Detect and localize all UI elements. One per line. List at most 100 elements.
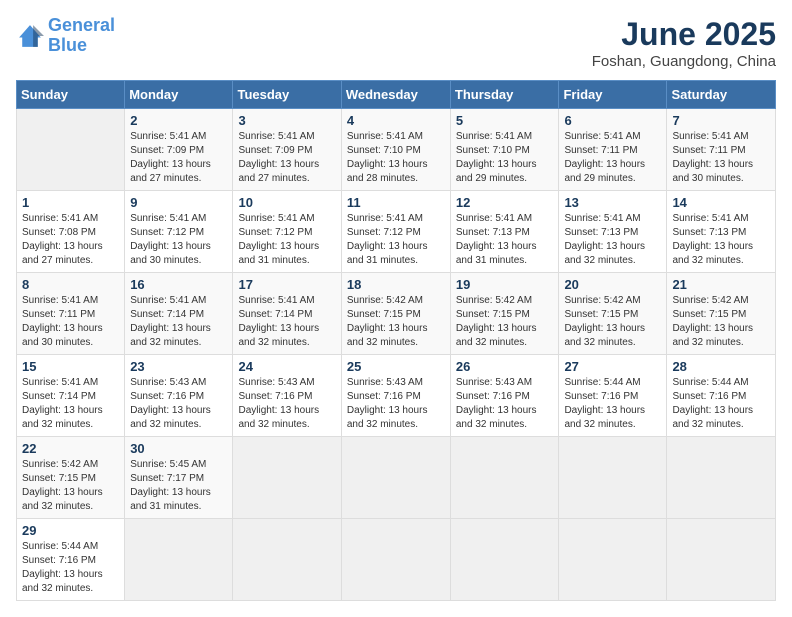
- calendar-cell: 17 Sunrise: 5:41 AM Sunset: 7:14 PM Dayli…: [233, 273, 341, 355]
- calendar-cell: 3 Sunrise: 5:41 AM Sunset: 7:09 PM Daylig…: [233, 109, 341, 191]
- calendar-cell: 11 Sunrise: 5:41 AM Sunset: 7:12 PM Dayli…: [341, 191, 450, 273]
- day-info: Sunrise: 5:41 AM Sunset: 7:13 PM Dayligh…: [672, 212, 770, 268]
- calendar-cell: 16Sunrise: 5:41 AM Sunset: 7:14 PM Dayli…: [125, 273, 233, 355]
- calendar-cell: 22 Sunrise: 5:42 AM Sunset: 7:15 PM Dayli…: [17, 437, 125, 519]
- day-info: Sunrise: 5:41 AM Sunset: 7:10 PM Dayligh…: [456, 130, 554, 186]
- day-number: 19: [456, 277, 554, 292]
- calendar-cell: [667, 519, 776, 601]
- day-number: 23: [130, 359, 227, 374]
- day-number: 17: [238, 277, 335, 292]
- calendar-cell: 4Sunrise: 5:41 AM Sunset: 7:10 PM Daylig…: [341, 109, 450, 191]
- day-info: Sunrise: 5:41 AM Sunset: 7:14 PM Dayligh…: [22, 376, 119, 432]
- day-number: 30: [130, 441, 227, 456]
- calendar-cell: [233, 437, 341, 519]
- calendar-cell: 6Sunrise: 5:41 AM Sunset: 7:11 PM Daylig…: [559, 109, 667, 191]
- day-number: 27: [564, 359, 661, 374]
- calendar-cell: [233, 519, 341, 601]
- day-number: 10: [238, 195, 335, 210]
- calendar-row: 29Sunrise: 5:44 AM Sunset: 7:16 PM Dayli…: [17, 519, 776, 601]
- day-number: 1: [22, 195, 119, 210]
- day-info: Sunrise: 5:45 AM Sunset: 7:17 PM Dayligh…: [130, 458, 227, 514]
- calendar-cell: 23 Sunrise: 5:43 AM Sunset: 7:16 PM Dayli…: [125, 355, 233, 437]
- day-info: Sunrise: 5:43 AM Sunset: 7:16 PM Dayligh…: [130, 376, 227, 432]
- calendar-cell: 25Sunrise: 5:43 AM Sunset: 7:16 PM Dayli…: [341, 355, 450, 437]
- calendar-cell: 14 Sunrise: 5:41 AM Sunset: 7:13 PM Dayli…: [667, 191, 776, 273]
- day-info: Sunrise: 5:41 AM Sunset: 7:13 PM Dayligh…: [564, 212, 661, 268]
- day-info: Sunrise: 5:41 AM Sunset: 7:09 PM Dayligh…: [130, 130, 227, 186]
- title-area: June 2025 Foshan, Guangdong, China: [592, 16, 776, 70]
- day-info: Sunrise: 5:41 AM Sunset: 7:08 PM Dayligh…: [22, 212, 119, 268]
- calendar-cell: 18 Sunrise: 5:42 AM Sunset: 7:15 PM Dayli…: [341, 273, 450, 355]
- day-number: 14: [672, 195, 770, 210]
- calendar-cell: 24Sunrise: 5:43 AM Sunset: 7:16 PM Dayli…: [233, 355, 341, 437]
- calendar-cell: 28 Sunrise: 5:44 AM Sunset: 7:16 PM Dayli…: [667, 355, 776, 437]
- calendar-cell: 15 Sunrise: 5:41 AM Sunset: 7:14 PM Dayli…: [17, 355, 125, 437]
- weekday-header-row: SundayMondayTuesdayWednesdayThursdayFrid…: [17, 81, 776, 109]
- day-number: 12: [456, 195, 554, 210]
- day-number: 11: [347, 195, 445, 210]
- calendar-title: June 2025: [592, 16, 776, 53]
- calendar-row: 2Sunrise: 5:41 AM Sunset: 7:09 PM Daylig…: [17, 109, 776, 191]
- day-number: 29: [22, 523, 119, 538]
- calendar-cell: [17, 109, 125, 191]
- day-info: Sunrise: 5:42 AM Sunset: 7:15 PM Dayligh…: [347, 294, 445, 350]
- calendar-cell: 19Sunrise: 5:42 AM Sunset: 7:15 PM Dayli…: [450, 273, 559, 355]
- day-info: Sunrise: 5:41 AM Sunset: 7:11 PM Dayligh…: [672, 130, 770, 186]
- calendar-cell: 20Sunrise: 5:42 AM Sunset: 7:15 PM Dayli…: [559, 273, 667, 355]
- day-info: Sunrise: 5:41 AM Sunset: 7:11 PM Dayligh…: [564, 130, 661, 186]
- day-number: 18: [347, 277, 445, 292]
- day-number: 9: [130, 195, 227, 210]
- logo-icon: [16, 22, 44, 50]
- calendar-subtitle: Foshan, Guangdong, China: [592, 53, 776, 70]
- day-info: Sunrise: 5:41 AM Sunset: 7:12 PM Dayligh…: [238, 212, 335, 268]
- calendar-cell: 7 Sunrise: 5:41 AM Sunset: 7:11 PM Daylig…: [667, 109, 776, 191]
- day-info: Sunrise: 5:41 AM Sunset: 7:09 PM Dayligh…: [238, 130, 335, 186]
- calendar-row: 8 Sunrise: 5:41 AM Sunset: 7:11 PM Daylig…: [17, 273, 776, 355]
- calendar-cell: [450, 519, 559, 601]
- day-number: 7: [672, 113, 770, 128]
- weekday-header-sunday: Sunday: [17, 81, 125, 109]
- day-info: Sunrise: 5:42 AM Sunset: 7:15 PM Dayligh…: [672, 294, 770, 350]
- day-number: 4: [347, 113, 445, 128]
- day-number: 15: [22, 359, 119, 374]
- calendar-cell: [341, 437, 450, 519]
- calendar-cell: 29Sunrise: 5:44 AM Sunset: 7:16 PM Dayli…: [17, 519, 125, 601]
- day-number: 5: [456, 113, 554, 128]
- day-info: Sunrise: 5:43 AM Sunset: 7:16 PM Dayligh…: [238, 376, 335, 432]
- calendar-cell: 30 Sunrise: 5:45 AM Sunset: 7:17 PM Dayli…: [125, 437, 233, 519]
- weekday-header-thursday: Thursday: [450, 81, 559, 109]
- day-number: 13: [564, 195, 661, 210]
- calendar-cell: [450, 437, 559, 519]
- weekday-header-friday: Friday: [559, 81, 667, 109]
- day-number: 26: [456, 359, 554, 374]
- day-number: 21: [672, 277, 770, 292]
- day-info: Sunrise: 5:44 AM Sunset: 7:16 PM Dayligh…: [564, 376, 661, 432]
- day-info: Sunrise: 5:41 AM Sunset: 7:14 PM Dayligh…: [238, 294, 335, 350]
- calendar-cell: [559, 519, 667, 601]
- calendar-cell: 2Sunrise: 5:41 AM Sunset: 7:09 PM Daylig…: [125, 109, 233, 191]
- day-info: Sunrise: 5:41 AM Sunset: 7:11 PM Dayligh…: [22, 294, 119, 350]
- calendar-row: 1 Sunrise: 5:41 AM Sunset: 7:08 PM Daylig…: [17, 191, 776, 273]
- day-info: Sunrise: 5:42 AM Sunset: 7:15 PM Dayligh…: [22, 458, 119, 514]
- calendar-cell: [667, 437, 776, 519]
- calendar-cell: 27 Sunrise: 5:44 AM Sunset: 7:16 PM Dayli…: [559, 355, 667, 437]
- calendar-cell: 26Sunrise: 5:43 AM Sunset: 7:16 PM Dayli…: [450, 355, 559, 437]
- logo-text: General Blue: [48, 16, 115, 56]
- day-info: Sunrise: 5:43 AM Sunset: 7:16 PM Dayligh…: [347, 376, 445, 432]
- calendar-cell: 21 Sunrise: 5:42 AM Sunset: 7:15 PM Dayli…: [667, 273, 776, 355]
- day-number: 3: [238, 113, 335, 128]
- day-info: Sunrise: 5:42 AM Sunset: 7:15 PM Dayligh…: [564, 294, 661, 350]
- calendar-row: 15 Sunrise: 5:41 AM Sunset: 7:14 PM Dayli…: [17, 355, 776, 437]
- day-info: Sunrise: 5:41 AM Sunset: 7:12 PM Dayligh…: [347, 212, 445, 268]
- day-number: 16: [130, 277, 227, 292]
- calendar-table: SundayMondayTuesdayWednesdayThursdayFrid…: [16, 80, 776, 601]
- weekday-header-wednesday: Wednesday: [341, 81, 450, 109]
- weekday-header-saturday: Saturday: [667, 81, 776, 109]
- logo: General Blue: [16, 16, 115, 56]
- day-info: Sunrise: 5:41 AM Sunset: 7:13 PM Dayligh…: [456, 212, 554, 268]
- calendar-cell: 1 Sunrise: 5:41 AM Sunset: 7:08 PM Daylig…: [17, 191, 125, 273]
- day-number: 28: [672, 359, 770, 374]
- day-number: 22: [22, 441, 119, 456]
- day-info: Sunrise: 5:44 AM Sunset: 7:16 PM Dayligh…: [672, 376, 770, 432]
- day-number: 8: [22, 277, 119, 292]
